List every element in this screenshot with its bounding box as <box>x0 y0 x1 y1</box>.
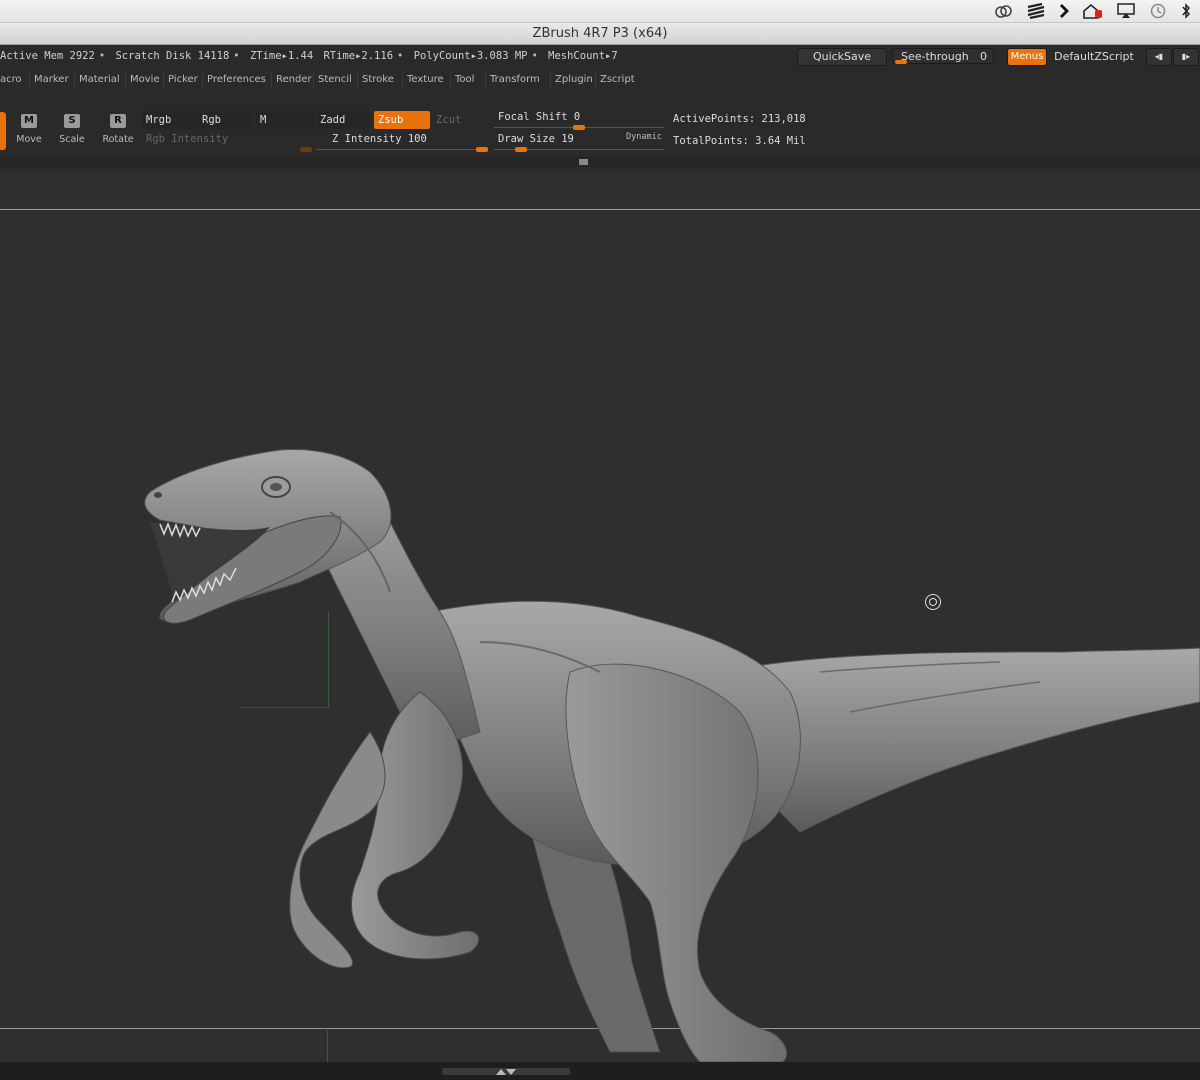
menu-marker[interactable]: Marker <box>29 71 73 89</box>
move-label: Move <box>16 134 42 145</box>
mrgb-button[interactable]: Mrgb <box>142 111 198 129</box>
scale-label: Scale <box>59 134 85 145</box>
rgb-intensity-slider[interactable]: Rgb Intensity <box>142 130 316 148</box>
menu-zplugin[interactable]: Zplugin <box>550 71 597 89</box>
menu-tool[interactable]: Tool <box>450 71 478 89</box>
menu-texture[interactable]: Texture <box>402 71 448 89</box>
polycount: PolyCount▸3.083 MP <box>413 50 528 62</box>
zcut-button[interactable]: Zcut <box>432 111 486 129</box>
separator-dot: • <box>98 50 106 62</box>
zadd-button[interactable]: Zadd <box>316 111 372 129</box>
bluetooth-icon[interactable] <box>1180 3 1192 19</box>
zsub-button[interactable]: Zsub <box>374 111 430 129</box>
active-mem: Active Mem 2922 <box>0 50 95 62</box>
separator-dot: • <box>531 50 538 62</box>
focal-shift-slider[interactable]: Focal Shift 0 <box>494 108 662 126</box>
menu-picker[interactable]: Picker <box>163 71 202 89</box>
move-icon: M <box>21 114 37 128</box>
ztime: ZTime▸1.44 <box>249 50 314 62</box>
m-button[interactable]: M <box>256 111 314 129</box>
meshcount: MeshCount▸7 <box>548 50 618 62</box>
stack-icon[interactable] <box>1026 3 1046 19</box>
rotate-button[interactable]: R Rotate <box>98 114 138 145</box>
see-through-slider[interactable]: See-through 0 <box>892 48 994 64</box>
z-intensity-knob[interactable] <box>476 147 488 152</box>
scratch-disk: Scratch Disk 14118 <box>115 50 230 62</box>
see-through-label: See-through <box>901 50 969 63</box>
tray-toggle-icon[interactable] <box>494 1067 518 1077</box>
see-through-value: 0 <box>980 50 987 63</box>
home-icon[interactable] <box>1082 3 1104 19</box>
menu-material[interactable]: Material <box>74 71 124 89</box>
menus-button[interactable]: Menus <box>1007 48 1047 66</box>
quicksave-button[interactable]: QuickSave <box>797 48 887 66</box>
menu-transform[interactable]: Transform <box>485 71 544 89</box>
shelf-scrollbar[interactable] <box>0 157 1200 167</box>
menu-stroke[interactable]: Stroke <box>357 71 398 89</box>
z-intensity-track <box>316 149 488 150</box>
bottom-tray <box>0 1062 1200 1080</box>
rotate-label: Rotate <box>102 134 134 145</box>
creative-cloud-icon[interactable] <box>994 4 1014 18</box>
edit-button[interactable] <box>0 112 6 150</box>
rotate-icon: R <box>110 114 126 128</box>
status-line: Active Mem 2922 • Scratch Disk 14118 • ZTi… <box>0 47 622 65</box>
default-zscript-button[interactable]: DefaultZScript <box>1048 48 1140 66</box>
raptor-model[interactable] <box>0 172 1200 1062</box>
separator-dot: • <box>233 50 240 62</box>
scroll-left-button[interactable]: ◂▮ <box>1146 48 1172 66</box>
scale-button[interactable]: S Scale <box>52 114 92 145</box>
system-tray <box>994 2 1192 20</box>
document-canvas[interactable] <box>0 172 1200 1062</box>
move-button[interactable]: M Move <box>9 114 49 145</box>
menu-zscript[interactable]: Zscript <box>595 71 639 89</box>
system-menu-bar <box>0 0 1200 23</box>
dynamic-toggle[interactable]: Dynamic <box>626 132 662 142</box>
menu-movie[interactable]: Movie <box>125 71 164 89</box>
shelf-scroll-thumb[interactable] <box>579 159 588 165</box>
menu-macro[interactable]: acro <box>0 71 26 89</box>
rgb-intensity-knob[interactable] <box>300 147 312 152</box>
rgb-button[interactable]: Rgb <box>198 111 252 129</box>
separator-dot: • <box>397 50 404 62</box>
scale-icon: S <box>64 114 80 128</box>
chevron-icon[interactable] <box>1058 3 1070 19</box>
airplay-icon[interactable] <box>1116 3 1136 19</box>
see-through-knob[interactable] <box>895 60 907 64</box>
z-intensity-slider[interactable]: Z Intensity 100 <box>316 130 504 148</box>
window-title: ZBrush 4R7 P3 (x64) <box>0 23 1200 45</box>
time-machine-icon[interactable] <box>1148 3 1168 19</box>
menu-stencil[interactable]: Stencil <box>313 71 356 89</box>
draw-size-knob[interactable] <box>515 147 527 152</box>
active-points: ActivePoints: 213,018 <box>673 113 806 125</box>
rtime: RTime▸2.116 <box>323 50 394 62</box>
draw-size-slider[interactable]: Draw Size 19 <box>494 130 618 148</box>
menu-preferences[interactable]: Preferences <box>202 71 270 89</box>
menu-render[interactable]: Render <box>271 71 316 89</box>
scroll-right-button[interactable]: ▮▸ <box>1173 48 1199 66</box>
total-points: TotalPoints: 3.64 Mil <box>673 135 806 147</box>
